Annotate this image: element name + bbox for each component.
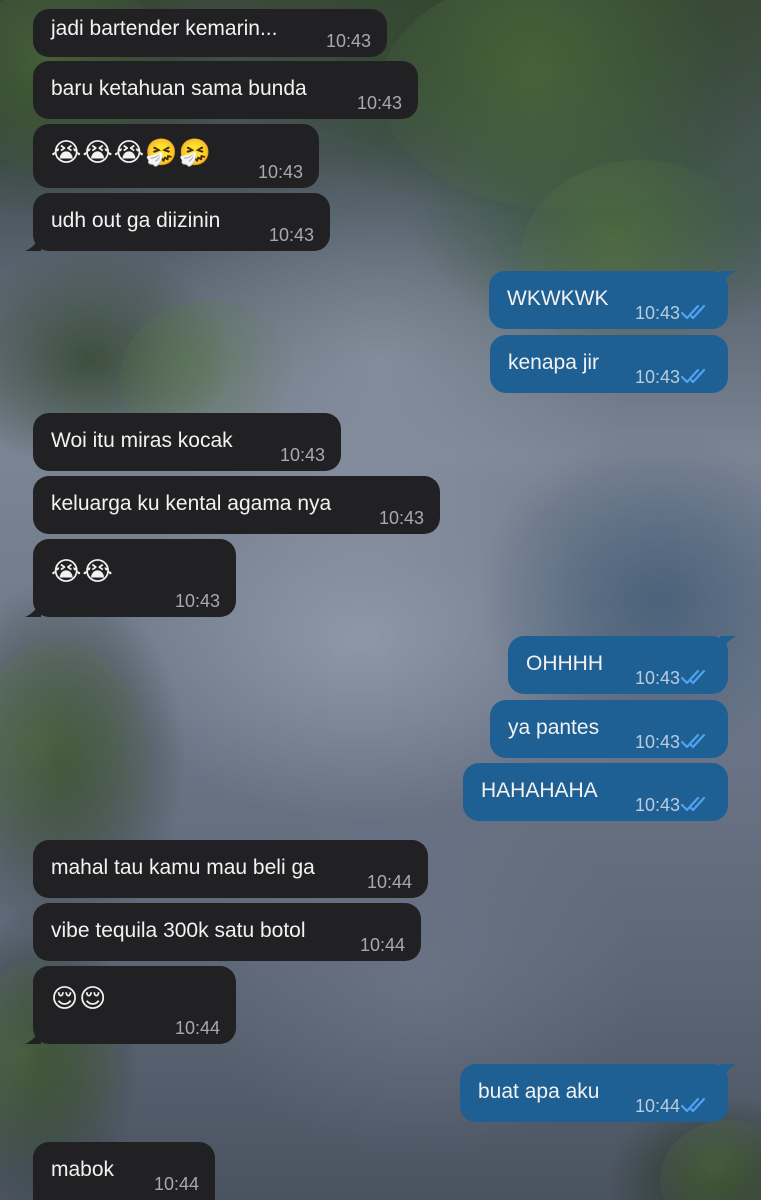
incoming-message[interactable]: Woi itu miras kocak 10:43 [33, 413, 341, 471]
message-text: 😭😭😭🤧🤧 [51, 137, 212, 167]
message-time: 10:43 [634, 732, 680, 752]
outgoing-message[interactable]: kenapa jir 10:43 [490, 335, 728, 393]
message-text: mahal tau kamu mau beli ga [51, 856, 315, 879]
message-text: ya pantes [508, 716, 600, 739]
outgoing-message[interactable]: ya pantes 10:43 [490, 700, 728, 758]
double-check-icon [680, 367, 712, 385]
message-time: 10:43 [378, 508, 424, 528]
outgoing-message[interactable]: OHHHH 10:43 [508, 636, 736, 694]
outgoing-message[interactable]: buat apa aku 10:44 [460, 1064, 736, 1122]
message-time: 10:44 [366, 872, 412, 892]
message-text: keluarga ku kental agama nya [51, 492, 332, 515]
bubble-tail [720, 1064, 736, 1080]
double-check-icon [680, 795, 712, 813]
message-text: Woi itu miras kocak [51, 429, 233, 452]
message-text: jadi bartender kemarin... [51, 17, 278, 40]
incoming-message[interactable]: mahal tau kamu mau beli ga 10:44 [33, 840, 428, 898]
bubble-tail [25, 1028, 41, 1044]
message-text: OHHHH [526, 652, 603, 675]
incoming-message[interactable]: 😭😭😭🤧🤧 10:43 [33, 124, 319, 188]
message-time: 10:44 [359, 935, 405, 955]
message-time: 10:43 [634, 303, 680, 323]
message-text: buat apa aku [478, 1080, 600, 1103]
incoming-message[interactable]: 😭😭 10:43 [25, 539, 236, 617]
message-text: kenapa jir [508, 351, 600, 374]
bubble-tail [25, 235, 41, 251]
message-text: WKWKWK [507, 287, 609, 310]
message-time: 10:44 [634, 1096, 680, 1116]
message-text: baru ketahuan sama bunda [51, 77, 307, 100]
outgoing-message[interactable]: WKWKWK 10:43 [489, 271, 736, 329]
message-text: 😭😭 [51, 556, 114, 586]
bubble-tail [25, 601, 41, 617]
message-text: mabok [51, 1158, 115, 1181]
message-time: 10:43 [634, 668, 680, 688]
double-check-icon [680, 732, 712, 750]
message-time: 10:43 [356, 93, 402, 113]
incoming-message[interactable]: 😌😌 10:44 [25, 966, 236, 1044]
message-time: 10:43 [268, 225, 314, 245]
message-time: 10:44 [174, 1018, 220, 1038]
message-text: vibe tequila 300k satu botol [51, 919, 306, 942]
bubble-tail [720, 271, 736, 287]
message-time: 10:43 [634, 795, 680, 815]
incoming-message[interactable]: baru ketahuan sama bunda 10:43 [33, 61, 418, 119]
message-text: HAHAHAHA [481, 779, 598, 802]
outgoing-message[interactable]: HAHAHAHA 10:43 [463, 763, 728, 821]
message-list[interactable]: jadi bartender kemarin... 10:43 baru ket… [0, 0, 761, 1200]
incoming-message[interactable]: udh out ga diizinin 10:43 [25, 193, 330, 251]
incoming-message[interactable]: mabok 10:44 [33, 1142, 215, 1200]
double-check-icon [680, 303, 712, 321]
message-time: 10:43 [174, 591, 220, 611]
incoming-message[interactable]: keluarga ku kental agama nya 10:43 [33, 476, 440, 534]
message-text: udh out ga diizinin [51, 209, 221, 232]
message-time: 10:44 [153, 1174, 199, 1194]
bubble-tail [720, 636, 736, 652]
incoming-message[interactable]: jadi bartender kemarin... 10:43 [33, 9, 387, 57]
double-check-icon [680, 1096, 712, 1114]
message-time: 10:43 [279, 445, 325, 465]
message-time: 10:43 [257, 162, 303, 182]
message-time: 10:43 [634, 367, 680, 387]
double-check-icon [680, 668, 712, 686]
incoming-message[interactable]: vibe tequila 300k satu botol 10:44 [33, 903, 421, 961]
message-text: 😌😌 [51, 983, 108, 1013]
message-time: 10:43 [325, 31, 371, 51]
